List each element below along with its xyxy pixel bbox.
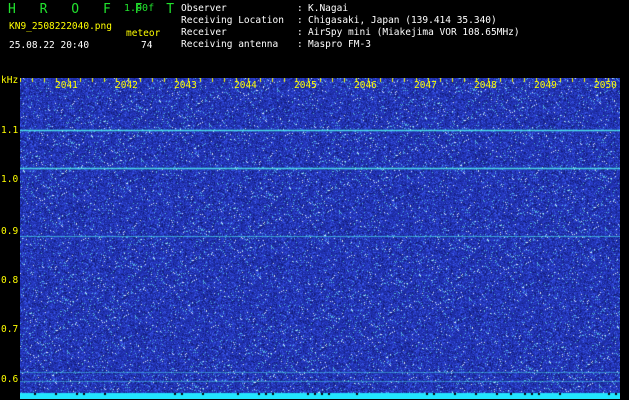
y-tick-label: 0.8 (1, 275, 19, 286)
info-value-receiver: AirSpy mini (Miakejima VOR 108.65MHz) (308, 27, 520, 38)
x-tick-label: 2050 (594, 80, 617, 91)
info-colon: : (297, 27, 303, 38)
x-tick-label: 2047 (414, 80, 437, 91)
info-colon: : (297, 3, 303, 14)
y-tick-label: 0.9 (1, 226, 19, 237)
info-value-antenna: Maspro FM-3 (308, 39, 371, 50)
info-value-observer: K.Nagai (308, 3, 349, 14)
y-tick-label: 1.0 (1, 174, 19, 185)
x-tick-label: 2049 (534, 80, 557, 91)
x-tick-label: 2044 (234, 80, 257, 91)
info-colon: : (297, 15, 303, 26)
timestamp: 25.08.22 20:40 (9, 40, 90, 51)
y-tick-label: 1.1 (1, 125, 19, 136)
info-label-antenna: Receiving antenna (181, 39, 279, 50)
y-tick-label: 0.7 (1, 324, 19, 335)
app-version: 1.00f (124, 3, 155, 14)
info-colon: : (297, 39, 303, 50)
y-axis-unit: kHz (1, 75, 19, 86)
spectrogram-canvas (20, 78, 620, 399)
x-tick-label: 2042 (115, 80, 138, 91)
meteor-count: 74 (141, 40, 153, 51)
spectrogram-plot (20, 78, 620, 399)
x-tick-label: 2048 (474, 80, 497, 91)
app-brand: H R O F F T (8, 2, 183, 17)
info-label-observer: Observer (181, 3, 227, 14)
file-name: KN9_2508222040.png (9, 21, 112, 32)
x-tick-label: 2041 (55, 80, 78, 91)
y-tick-label: 0.6 (1, 374, 19, 385)
info-label-location: Receiving Location (181, 15, 284, 26)
x-tick-label: 2046 (354, 80, 377, 91)
meteor-label: meteor (126, 28, 161, 39)
info-label-receiver: Receiver (181, 27, 227, 38)
x-tick-label: 2043 (174, 80, 197, 91)
header-panel: H R O F F T 1.00f KN9_2508222040.png met… (0, 0, 629, 76)
info-value-location: Chigasaki, Japan (139.414 35.340) (308, 15, 497, 26)
x-tick-label: 2045 (294, 80, 317, 91)
